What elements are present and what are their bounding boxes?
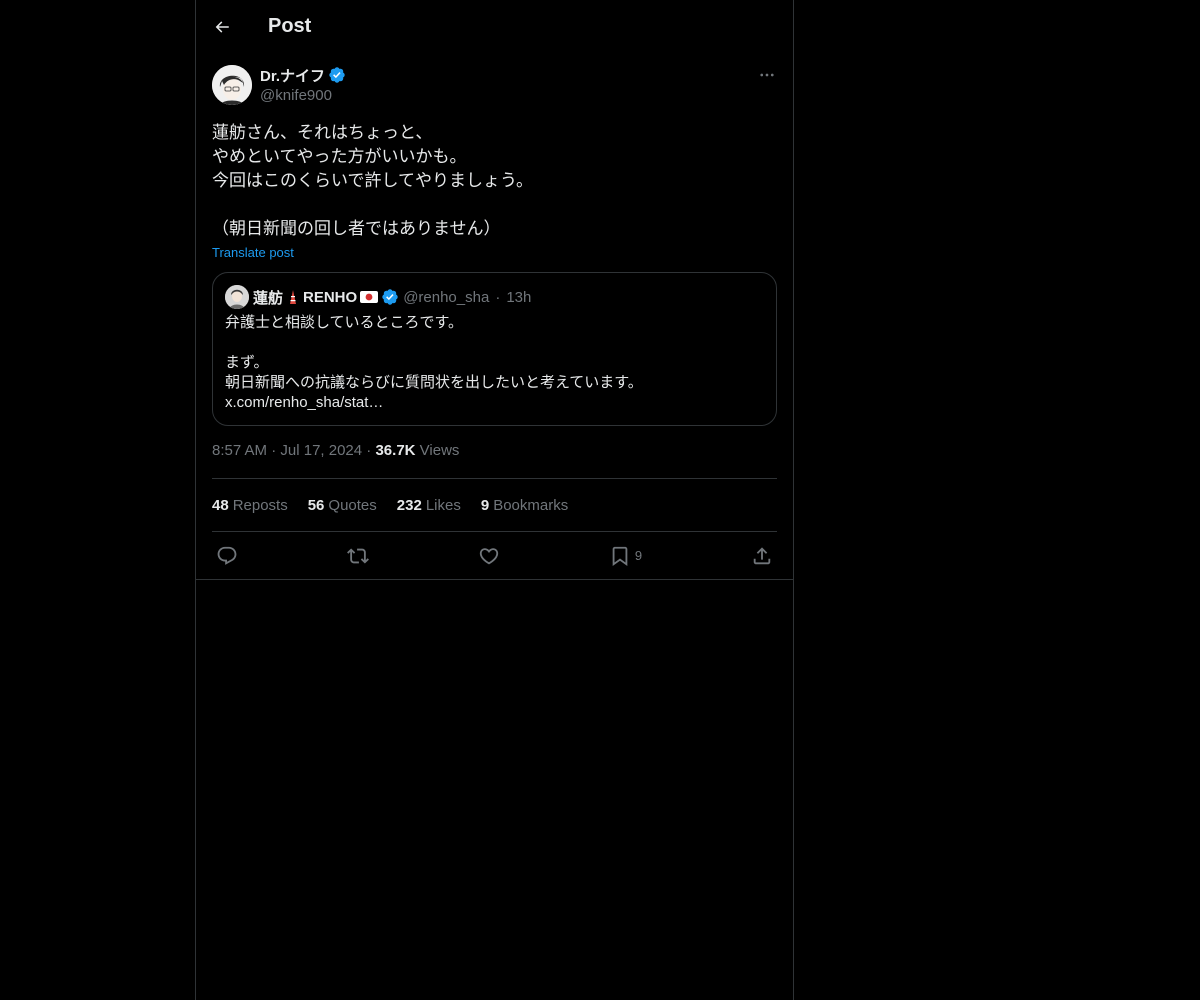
author-row: Dr.ナイフ @knife900 <box>212 65 777 105</box>
likes-stat[interactable]: 232 Likes <box>397 497 461 514</box>
action-bar: 9 <box>212 532 777 579</box>
repost-icon <box>346 548 369 563</box>
quote-handle: @renho_sha <box>403 288 490 306</box>
avatar[interactable] <box>212 65 252 105</box>
more-options-button[interactable] <box>757 65 777 85</box>
back-arrow-icon <box>215 20 229 33</box>
bookmark-button[interactable]: 9 <box>609 545 642 567</box>
post-text: 蓮舫さん、それはちょっと、 やめといてやった方がいいかも。 今回はこのくらいで許… <box>212 123 533 238</box>
quote-separator: · <box>495 288 501 306</box>
tokyo-tower-emoji-icon <box>290 290 297 304</box>
repost-button[interactable] <box>346 545 369 567</box>
avatar-image <box>212 65 252 105</box>
reposts-count: 48 <box>212 496 229 514</box>
quotes-stat[interactable]: 56 Quotes <box>308 497 377 514</box>
author-display-name[interactable]: Dr.ナイフ <box>260 65 325 86</box>
reply-button[interactable] <box>216 545 238 567</box>
quoted-post[interactable]: 蓮舫 RENHO @renho_sha · 13h 弁護士と相談しているところで… <box>212 272 777 426</box>
quote-display-name-group: 蓮舫 RENHO <box>253 287 399 308</box>
main-column: Post Dr.ナイフ @knife900 蓮舫さん、それはちょっと、 やめとい… <box>195 0 794 1000</box>
quote-display-name-suffix: RENHO <box>303 288 358 306</box>
bookmarks-stat[interactable]: 9 Bookmarks <box>481 497 568 514</box>
share-button[interactable] <box>751 545 773 567</box>
more-icon <box>760 73 774 77</box>
post: Dr.ナイフ @knife900 蓮舫さん、それはちょっと、 やめといてやった方… <box>196 65 793 580</box>
back-button[interactable] <box>212 17 232 37</box>
quote-time: 13h <box>506 288 532 306</box>
post-meta: 8:57 AM · Jul 17, 2024 · 36.7K Views <box>212 442 777 479</box>
quote-text: 弁護士と相談しているところです。 まず。 朝日新聞への抗議ならびに質問状を出した… <box>225 314 643 411</box>
reposts-stat[interactable]: 48 Reposts <box>212 497 288 514</box>
quote-header: 蓮舫 RENHO @renho_sha · 13h <box>225 285 764 309</box>
bookmark-count: 9 <box>634 548 643 563</box>
page-header: Post <box>196 0 793 53</box>
author-names: Dr.ナイフ @knife900 <box>260 65 346 104</box>
author-handle[interactable]: @knife900 <box>260 87 346 104</box>
post-time[interactable]: 8:57 AM <box>212 442 267 459</box>
quotes-label: Quotes <box>328 496 377 514</box>
post-date[interactable]: Jul 17, 2024 <box>280 442 362 459</box>
reposts-label: Reposts <box>232 496 288 514</box>
like-icon <box>479 547 499 564</box>
verified-badge-icon <box>329 67 345 83</box>
bookmark-icon <box>612 546 628 566</box>
views-label: Views <box>419 442 460 459</box>
display-name-row: Dr.ナイフ <box>260 65 346 85</box>
likes-label: Likes <box>425 496 461 514</box>
quote-avatar-image <box>225 285 249 309</box>
share-icon <box>753 546 771 564</box>
bookmarks-label: Bookmarks <box>493 496 569 514</box>
japan-flag-emoji-icon <box>360 291 379 303</box>
bookmarks-count: 9 <box>480 496 490 514</box>
reply-icon <box>217 546 237 565</box>
quotes-count: 56 <box>307 496 325 514</box>
views-count: 36.7K <box>375 442 416 459</box>
quote-avatar <box>225 285 249 309</box>
like-button[interactable] <box>478 545 500 567</box>
translate-post-link[interactable]: Translate post <box>212 245 294 260</box>
quote-display-name: 蓮舫 <box>253 289 284 307</box>
meta-separator: · <box>271 442 281 459</box>
verified-badge-icon <box>382 289 398 305</box>
likes-count: 232 <box>396 496 422 514</box>
page-title: Post <box>268 15 312 37</box>
divider <box>196 579 793 580</box>
engagement-stats: 48 Reposts 56 Quotes 232 Likes 9 Bookmarks <box>212 479 777 532</box>
